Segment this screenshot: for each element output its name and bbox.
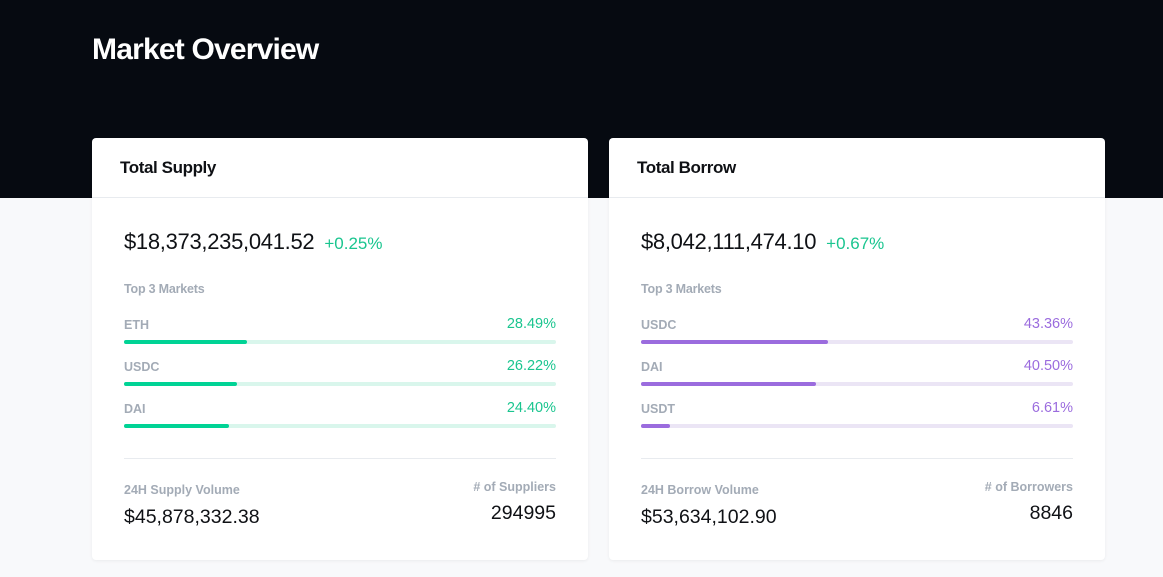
market-bar-fill — [641, 424, 670, 428]
suppliers-count-value: 294995 — [490, 502, 556, 524]
total-supply-change: +0.25% — [324, 234, 383, 253]
market-percent: 26.22% — [506, 358, 556, 374]
market-percent: 43.36% — [1023, 316, 1073, 332]
top-markets-list: ETH 28.49% USDC 26.22% DAI 24.40% — [124, 316, 556, 429]
total-borrow-card[interactable]: Total Borrow $8,042,111,474.10 +0.67% To… — [609, 138, 1105, 560]
market-percent: 40.50% — [1023, 358, 1073, 374]
market-name: DAI — [641, 360, 663, 374]
market-bar-fill — [124, 340, 248, 344]
card-header: Total Supply — [92, 138, 588, 198]
market-bar-track — [124, 424, 556, 428]
total-row: $8,042,111,474.10 +0.67% — [641, 229, 1073, 255]
card-title: Total Borrow — [637, 158, 736, 177]
borrowers-count-value: 8846 — [1029, 502, 1073, 524]
total-row: $18,373,235,041.52 +0.25% — [124, 229, 556, 255]
market-bar-fill — [641, 382, 816, 386]
market-percent: 6.61% — [1031, 400, 1073, 416]
market-bar-fill — [641, 340, 829, 344]
divider — [124, 458, 556, 459]
divider — [641, 458, 1073, 459]
market-bar-track — [124, 382, 556, 386]
market-bar-track — [124, 340, 556, 344]
market-bar-track — [641, 424, 1073, 428]
market-bar-track — [641, 340, 1073, 344]
market-bar-track — [641, 382, 1073, 386]
card-title: Total Supply — [120, 158, 216, 177]
market-row-usdc[interactable]: USDC 26.22% — [124, 358, 556, 387]
market-row-usdt[interactable]: USDT 6.61% — [641, 400, 1073, 429]
total-borrow-change: +0.67% — [826, 234, 885, 253]
market-name: USDC — [641, 318, 677, 332]
market-row-usdc[interactable]: USDC 43.36% — [641, 316, 1073, 345]
top-markets-list: USDC 43.36% DAI 40.50% USDT 6.61% — [641, 316, 1073, 429]
market-row-eth[interactable]: ETH 28.49% — [124, 316, 556, 345]
page-title: Market Overview — [92, 33, 319, 66]
market-row-dai[interactable]: DAI 24.40% — [124, 400, 556, 429]
market-name: USDT — [641, 402, 676, 416]
borrow-volume-label: 24H Borrow Volume — [641, 483, 759, 497]
market-name: ETH — [124, 318, 149, 332]
market-name: DAI — [124, 402, 146, 416]
supply-volume-value: $45,878,332.38 — [124, 506, 260, 528]
market-name: USDC — [124, 360, 160, 374]
market-row-dai[interactable]: DAI 40.50% — [641, 358, 1073, 387]
total-supply-card[interactable]: Total Supply $18,373,235,041.52 +0.25% T… — [92, 138, 588, 560]
market-bar-fill — [124, 382, 238, 386]
card-header: Total Borrow — [609, 138, 1105, 198]
card-body: $8,042,111,474.10 +0.67% Top 3 Markets U… — [609, 229, 1105, 429]
total-supply-value: $18,373,235,041.52 — [124, 229, 315, 254]
top-markets-label: Top 3 Markets — [124, 282, 205, 296]
borrow-volume-value: $53,634,102.90 — [641, 506, 777, 528]
borrowers-count-label: # of Borrowers — [984, 480, 1073, 494]
card-body: $18,373,235,041.52 +0.25% Top 3 Markets … — [92, 229, 588, 429]
market-bar-fill — [124, 424, 230, 428]
total-borrow-value: $8,042,111,474.10 — [641, 229, 817, 254]
suppliers-count-label: # of Suppliers — [473, 480, 556, 494]
market-percent: 28.49% — [506, 316, 556, 332]
top-markets-label: Top 3 Markets — [641, 282, 722, 296]
supply-volume-label: 24H Supply Volume — [124, 483, 240, 497]
market-percent: 24.40% — [506, 400, 556, 416]
